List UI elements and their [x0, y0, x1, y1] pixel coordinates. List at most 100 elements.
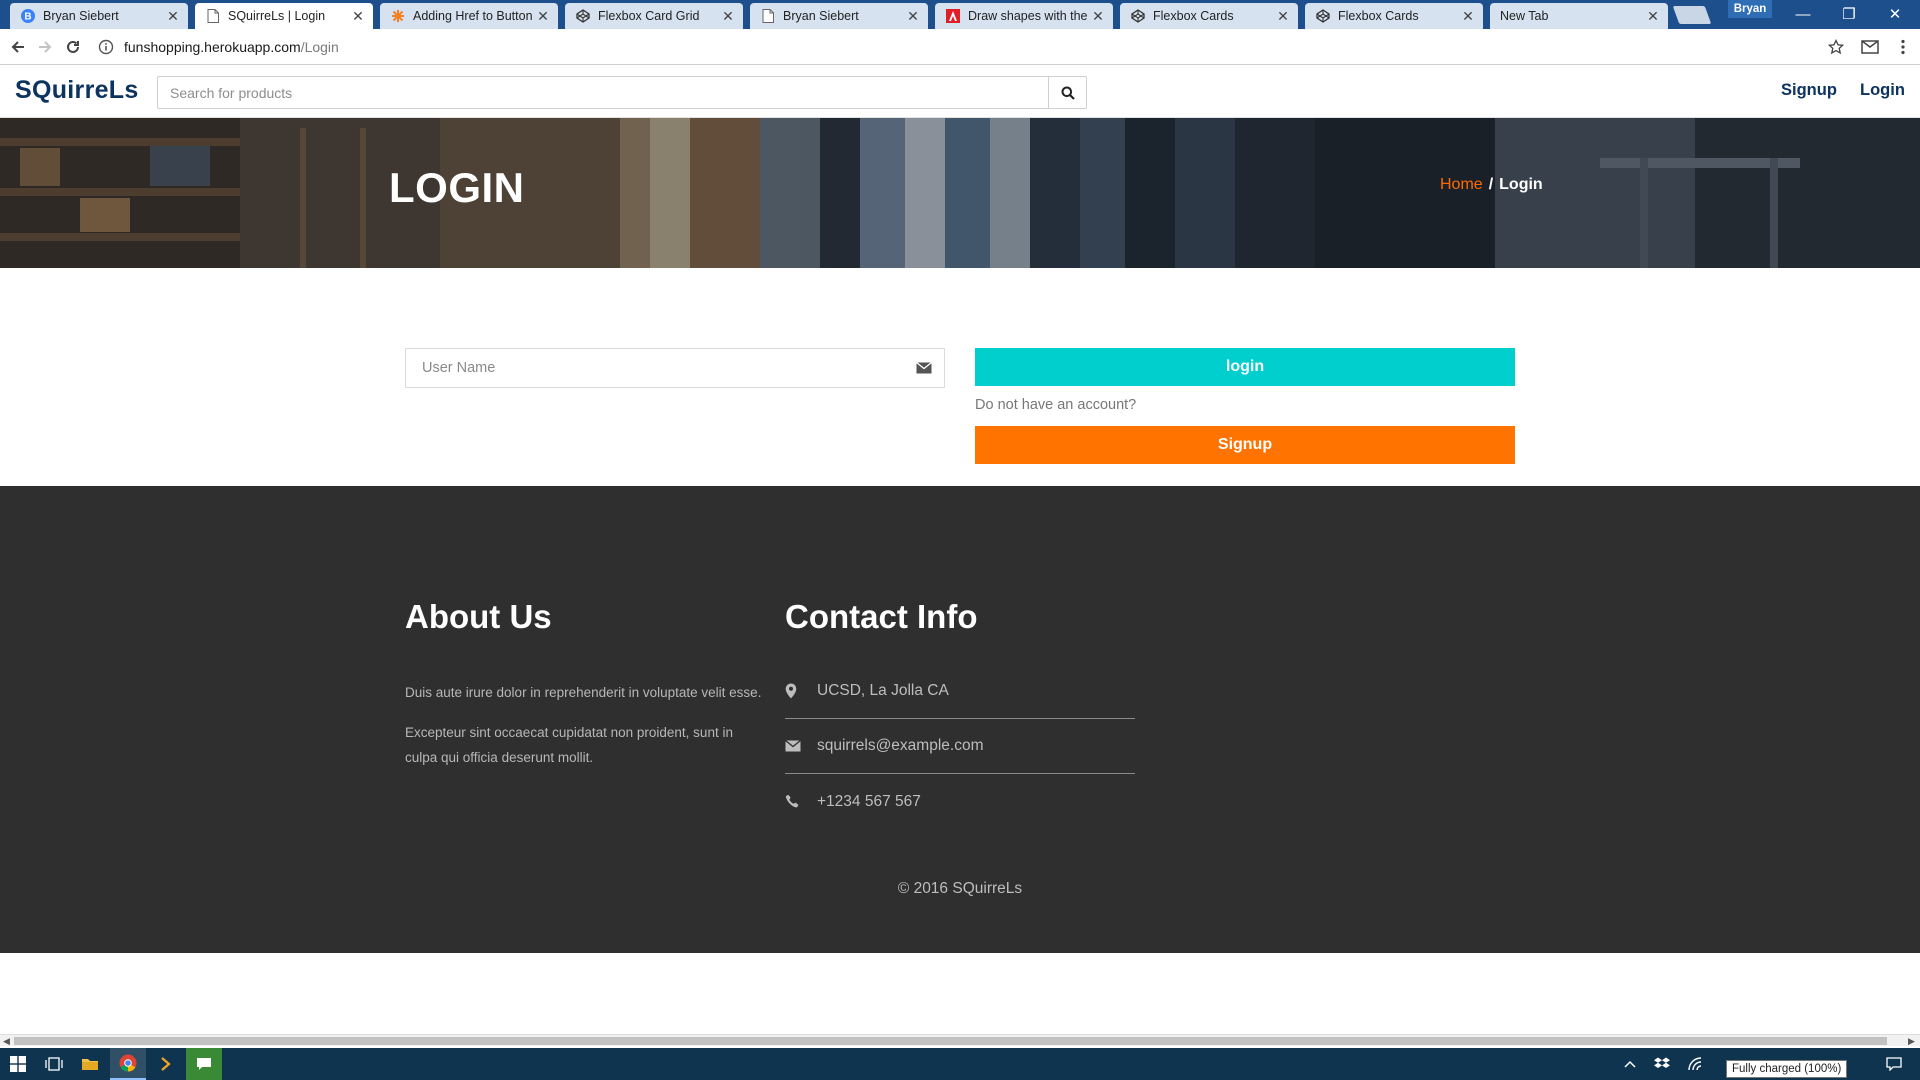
phone-text: +1234 567 567: [817, 792, 921, 810]
address-bar: funshopping.herokuapp.com/Login: [0, 29, 1920, 65]
tab-close-icon[interactable]: ✕: [1646, 8, 1660, 25]
scroll-right-arrow-icon[interactable]: ▶: [1908, 1035, 1915, 1047]
page-icon: [760, 8, 776, 24]
tab-title: Bryan Siebert: [43, 9, 119, 23]
reload-icon[interactable]: [63, 37, 83, 57]
page-title: LOGIN: [389, 164, 525, 211]
tab-close-icon[interactable]: ✕: [1276, 8, 1290, 25]
scrollbar-thumb[interactable]: [14, 1037, 1887, 1045]
nav-signup-link[interactable]: Signup: [1781, 81, 1837, 100]
contact-email: squirrels@example.com: [785, 719, 1135, 774]
browser-tab[interactable]: Bryan Siebert ✕: [750, 3, 928, 29]
tab-close-icon[interactable]: ✕: [721, 8, 735, 25]
url-path: /Login: [300, 39, 339, 55]
forward-arrow-icon[interactable]: [35, 37, 55, 57]
menu-kebab-icon[interactable]: [1893, 37, 1913, 57]
tab-title: Flexbox Card Grid: [598, 9, 700, 23]
username-input[interactable]: [406, 360, 904, 376]
chrome-icon[interactable]: [110, 1048, 146, 1080]
chat-app-icon[interactable]: [186, 1048, 222, 1080]
scroll-left-arrow-icon[interactable]: ◀: [3, 1035, 10, 1047]
about-paragraph: Duis aute irure dolor in reprehenderit i…: [405, 685, 762, 700]
browser-tab[interactable]: Adding Href to Button ✕: [380, 3, 558, 29]
codepen-icon: [575, 8, 591, 24]
back-arrow-icon[interactable]: [8, 37, 28, 57]
adobe-icon: [945, 8, 961, 24]
tab-close-icon[interactable]: ✕: [906, 8, 920, 25]
browser-tab[interactable]: Flexbox Cards ✕: [1120, 3, 1298, 29]
hero-overlay: [0, 118, 1920, 268]
browser-tab[interactable]: Flexbox Card Grid ✕: [565, 3, 743, 29]
battery-tooltip: Fully charged (100%): [1726, 1060, 1848, 1078]
copyright-text: © 2016 SQuirreLs: [897, 880, 1023, 897]
url-field[interactable]: funshopping.herokuapp.com/Login: [92, 33, 1852, 61]
windows-taskbar: [0, 1048, 1920, 1080]
nav-login-link[interactable]: Login: [1860, 81, 1905, 100]
browser-tab[interactable]: B Bryan Siebert ✕: [10, 3, 188, 29]
notification-icon[interactable]: [1876, 1048, 1912, 1080]
windows-start-icon[interactable]: [0, 1048, 36, 1080]
tab-close-icon[interactable]: ✕: [536, 8, 550, 25]
gmail-icon[interactable]: [1860, 37, 1880, 57]
tab-close-icon[interactable]: ✕: [1461, 8, 1475, 25]
site-logo[interactable]: SQuirreLs: [15, 76, 139, 105]
tab-title: SQuirreLs | Login: [228, 9, 326, 23]
minimize-icon[interactable]: —: [1780, 0, 1826, 28]
browser-tab[interactable]: New Tab ✕: [1490, 3, 1668, 29]
envelope-icon: [904, 362, 944, 374]
envelope-icon: [785, 740, 817, 752]
contact-phone: +1234 567 567: [785, 774, 1135, 829]
breadcrumb-current: Login: [1499, 176, 1543, 193]
search-button[interactable]: [1048, 77, 1086, 108]
search-bar: [157, 76, 1087, 109]
task-view-icon[interactable]: [36, 1048, 72, 1080]
bookmark-star-icon[interactable]: [1826, 37, 1846, 57]
about-heading: About Us: [405, 598, 552, 635]
login-button[interactable]: login: [975, 348, 1515, 386]
tab-close-icon[interactable]: ✕: [166, 8, 180, 25]
dropbox-icon[interactable]: [1644, 1048, 1680, 1080]
tab-title: New Tab: [1500, 9, 1549, 23]
codepen-icon: [1315, 8, 1331, 24]
tab-title: Flexbox Cards: [1338, 9, 1419, 23]
breadcrumb-home-link[interactable]: Home: [1440, 176, 1483, 194]
tab-close-icon[interactable]: ✕: [351, 8, 365, 25]
new-tab-button[interactable]: [1672, 6, 1712, 24]
contact-address: UCSD, La Jolla CA: [785, 664, 1135, 719]
file-explorer-icon[interactable]: [72, 1048, 108, 1080]
terminal-icon[interactable]: [148, 1048, 184, 1080]
b-circle-icon: B: [20, 8, 36, 24]
search-input[interactable]: [158, 77, 1048, 108]
tab-title: Adding Href to Button: [413, 9, 533, 23]
tab-close-icon[interactable]: ✕: [1091, 8, 1105, 25]
page-hero: LOGIN Home / Login: [0, 118, 1920, 268]
breadcrumb-separator: /: [1488, 176, 1494, 193]
contact-heading: Contact Info: [785, 598, 978, 635]
info-icon[interactable]: [98, 39, 114, 55]
codepen-icon: [1130, 8, 1146, 24]
chevron-up-icon[interactable]: [1612, 1048, 1648, 1080]
url-host: funshopping.herokuapp.com: [124, 39, 301, 55]
address-text: UCSD, La Jolla CA: [817, 682, 949, 699]
browser-tab[interactable]: Flexbox Cards ✕: [1305, 3, 1483, 29]
profile-badge[interactable]: Bryan: [1728, 0, 1772, 18]
phone-icon: [785, 794, 817, 809]
tab-title: Flexbox Cards: [1153, 9, 1234, 23]
site-header: SQuirreLs Signup Login: [0, 65, 1920, 118]
close-window-icon[interactable]: ✕: [1872, 0, 1918, 28]
browser-tab[interactable]: Draw shapes with the s ✕: [935, 3, 1113, 29]
about-paragraph: Excepteur sint occaecat cupidatat non pr…: [405, 725, 733, 765]
wifi-icon[interactable]: [1678, 1048, 1714, 1080]
browser-tab-active[interactable]: SQuirreLs | Login ✕: [195, 3, 373, 29]
stackoverflow-icon: [390, 8, 406, 24]
breadcrumb: Home / Login: [1440, 176, 1543, 194]
tab-title: Draw shapes with the s: [968, 9, 1091, 23]
email-link[interactable]: squirrels@example.com: [817, 737, 983, 755]
signup-button[interactable]: Signup: [975, 426, 1515, 464]
svg-text:B: B: [24, 12, 31, 23]
browser-tab-bar: B Bryan Siebert ✕ SQuirreLs | Login ✕ Ad…: [0, 0, 1920, 29]
restore-icon[interactable]: ❐: [1826, 0, 1872, 28]
horizontal-scrollbar[interactable]: ◀ ▶: [0, 1034, 1920, 1046]
username-field: [405, 348, 945, 388]
no-account-text: Do not have an account?: [975, 397, 1137, 413]
